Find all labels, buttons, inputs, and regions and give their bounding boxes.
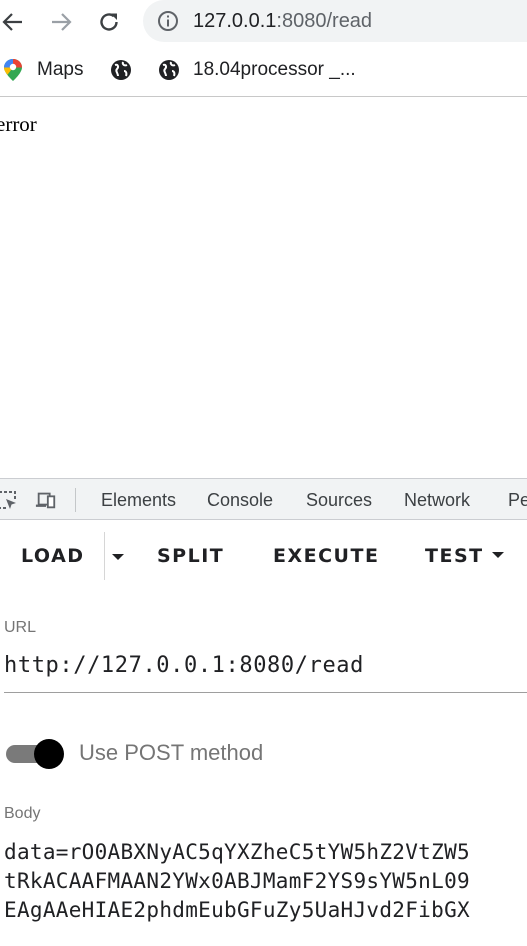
request-panel: LOAD SPLIT EXECUTE TEST URL http://127.0… (0, 520, 527, 946)
tab-sources[interactable]: Sources (306, 490, 372, 511)
address-host: 127.0.0.1 (193, 10, 277, 32)
tab-elements[interactable]: Elements (101, 490, 176, 511)
post-method-toggle[interactable] (6, 739, 64, 769)
toggle-thumb (34, 739, 64, 769)
address-path: :8080/read (276, 10, 373, 32)
post-method-label: Use POST method (79, 740, 264, 765)
body-line: EAgAAeHIAE2phdmEubGFuZy5UaHJvd2FibGX (4, 898, 470, 922)
page-viewport: error (0, 98, 527, 478)
test-button[interactable]: TEST (425, 545, 504, 567)
bookmark-maps[interactable]: Maps (3, 56, 83, 84)
load-dropdown-icon[interactable] (112, 554, 124, 560)
browser-toolbar: 127.0.0.1:8080/read (0, 0, 527, 44)
reload-icon (100, 13, 118, 31)
url-label: URL (4, 619, 37, 636)
url-input[interactable]: http://127.0.0.1:8080/read (4, 653, 364, 678)
back-button[interactable] (0, 6, 29, 38)
site-info-icon[interactable] (157, 10, 179, 32)
tab-console[interactable]: Console (207, 490, 273, 511)
body-line: data=rO0ABXNyAC5qYXZheC5tYW5hZ2VtZW5 (4, 840, 470, 864)
reload-button[interactable] (93, 6, 125, 38)
split-button[interactable]: SPLIT (157, 545, 224, 567)
devtools-separator (75, 488, 76, 512)
globe-icon (159, 60, 179, 80)
device-toolbar-icon[interactable] (35, 489, 57, 511)
url-input-underline (4, 692, 527, 693)
address-text[interactable]: 127.0.0.1:8080/read (193, 8, 372, 34)
bookmark-18-04processor[interactable]: 18.04processor _... (158, 56, 356, 84)
body-label: Body (4, 805, 41, 822)
execute-button[interactable]: EXECUTE (273, 545, 379, 567)
error-text: error (0, 112, 37, 136)
body-textarea[interactable]: data=rO0ABXNyAC5qYXZheC5tYW5hZ2VtZW5 tRk… (4, 838, 527, 925)
load-button-divider (104, 532, 105, 580)
chevron-down-icon (491, 551, 504, 558)
tab-performance[interactable]: Pe (508, 490, 527, 511)
bookmark-globe[interactable] (110, 56, 132, 84)
address-bar[interactable]: 127.0.0.1:8080/read (143, 0, 527, 42)
globe-icon (111, 60, 131, 80)
tab-network[interactable]: Network (404, 490, 470, 511)
back-arrow-icon (2, 13, 22, 31)
test-button-label: TEST (425, 545, 484, 567)
forward-arrow-icon (52, 13, 72, 31)
body-line: tRkACAAFMAAN2YWx0ABJMamF2YS9sYW5nL09 (4, 869, 470, 893)
forward-button[interactable] (45, 6, 77, 38)
bookmarks-bar: Maps 18.04processor _... (0, 44, 527, 97)
inspect-element-icon[interactable] (0, 489, 18, 511)
devtools-tab-bar: Elements Console Sources Network Pe (0, 478, 527, 520)
load-button[interactable]: LOAD (21, 545, 85, 567)
bookmark-18-04processor-label: 18.04processor _... (193, 59, 356, 80)
maps-pin-icon (4, 59, 22, 81)
bookmark-maps-label: Maps (37, 59, 84, 80)
